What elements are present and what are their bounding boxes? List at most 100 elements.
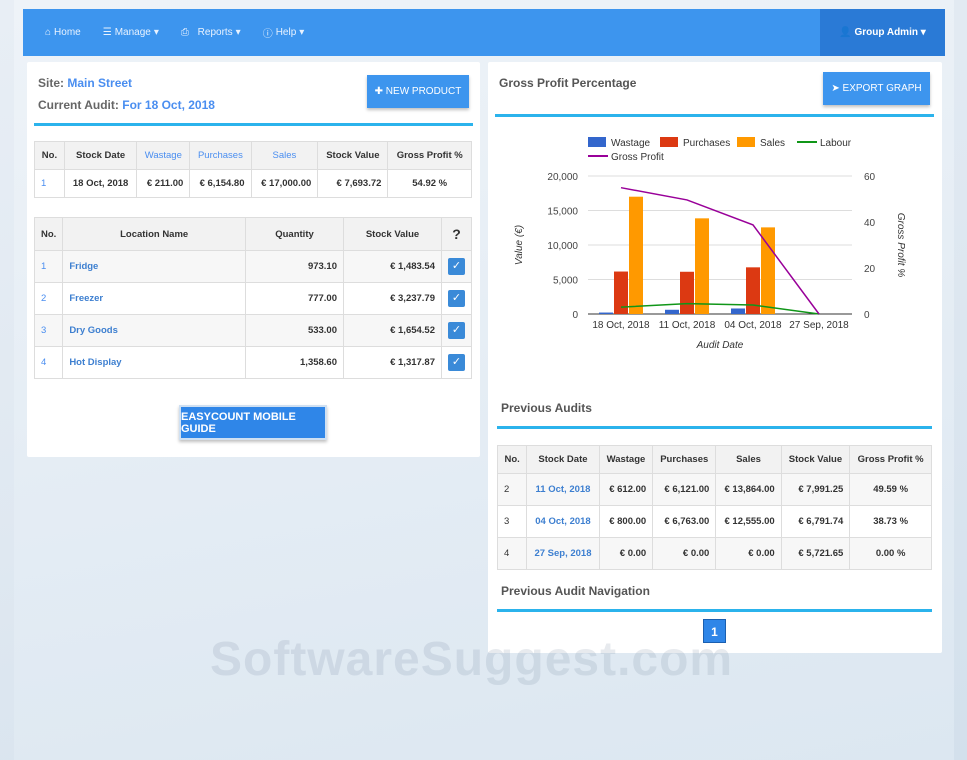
y2-axis-title: Gross Profit % — [895, 213, 906, 278]
export-graph-button[interactable]: ➤ EXPORT GRAPH — [823, 72, 930, 105]
divider — [495, 114, 934, 117]
col-stock-date: Stock Date — [527, 446, 599, 474]
table-row: 1 Fridge 973.10 € 1,483.54 ✓ — [35, 251, 472, 283]
audit-value: For 18 Oct, 2018 — [122, 98, 215, 112]
cell: € 800.00 — [599, 506, 652, 538]
checkbox-checked-icon[interactable]: ✓ — [448, 290, 465, 307]
legend-swatch — [660, 137, 678, 147]
nav-manage[interactable]: ☰Manage ▾ — [103, 27, 159, 38]
cell: € 7,991.25 — [781, 474, 850, 506]
location-link[interactable]: Fridge — [63, 251, 246, 283]
bar-sales — [761, 227, 775, 314]
cell: € 5,721.65 — [781, 538, 850, 570]
cell: € 0.00 — [716, 538, 781, 570]
bar-purchases — [680, 272, 694, 314]
cell: € 6,154.80 — [190, 170, 251, 198]
table-row: 3 Dry Goods 533.00 € 1,654.52 ✓ — [35, 315, 472, 347]
legend-label: Sales — [760, 138, 785, 149]
gross-profit-chart: 05,00010,00015,00020,000020406018 Oct, 2… — [500, 132, 930, 357]
cell: 2 — [498, 474, 527, 506]
col-gross-profit: Gross Profit % — [388, 142, 472, 170]
table-row: 2 Freezer 777.00 € 3,237.79 ✓ — [35, 283, 472, 315]
user-menu[interactable]: 👤 Group Admin ▾ — [820, 9, 945, 56]
cell: 1 — [35, 170, 65, 198]
col-wastage: Wastage — [599, 446, 652, 474]
table-row: 211 Oct, 2018€ 612.00€ 6,121.00€ 13,864.… — [498, 474, 932, 506]
current-audit-table: No. Stock Date Wastage Purchases Sales S… — [34, 141, 472, 198]
nav-home-label: Home — [54, 27, 81, 38]
y2-tick-label: 0 — [864, 310, 870, 321]
x-tick-label: 04 Oct, 2018 — [724, 320, 782, 331]
nav-home[interactable]: ⌂Home — [45, 27, 81, 38]
line-gross-profit — [621, 188, 819, 314]
cell: 4 — [498, 538, 527, 570]
checkbox-checked-icon[interactable]: ✓ — [448, 258, 465, 275]
help-circle-icon[interactable]: ? — [442, 218, 472, 251]
y-tick-label: 5,000 — [553, 276, 578, 287]
bar-purchases — [746, 267, 760, 314]
col-stock-value: Stock Value — [344, 218, 442, 251]
checkbox-checked-icon[interactable]: ✓ — [448, 354, 465, 371]
location-link[interactable]: Freezer — [63, 283, 246, 315]
table-header: No. Location Name Quantity Stock Value ? — [35, 218, 472, 251]
new-product-button[interactable]: ✚ NEW PRODUCT — [367, 75, 469, 108]
legend-label: Purchases — [683, 138, 730, 149]
print-icon: ⎙ — [181, 27, 189, 38]
mobile-guide-button[interactable]: EASYCOUNT MOBILE GUIDE — [179, 405, 327, 440]
location-link[interactable]: Hot Display — [63, 347, 246, 379]
cell: € 1,483.54 — [344, 251, 442, 283]
y-axis-title: Value (€) — [514, 225, 525, 265]
nav-reports[interactable]: ⎙ Reports ▾ — [181, 27, 241, 38]
cell: € 6,763.00 — [653, 506, 716, 538]
cell: € 6,791.74 — [781, 506, 850, 538]
table-row: 304 Oct, 2018€ 800.00€ 6,763.00€ 12,555.… — [498, 506, 932, 538]
col-sales[interactable]: Sales — [251, 142, 318, 170]
home-icon: ⌂ — [45, 27, 51, 38]
cell: € 0.00 — [653, 538, 716, 570]
col-no: No. — [35, 218, 63, 251]
cell: 0.00 % — [850, 538, 932, 570]
cell: 49.59 % — [850, 474, 932, 506]
col-wastage[interactable]: Wastage — [137, 142, 190, 170]
divider — [497, 426, 932, 429]
checkbox-checked-icon[interactable]: ✓ — [448, 322, 465, 339]
col-location: Location Name — [63, 218, 246, 251]
legend-label: Labour — [820, 138, 852, 149]
audit-date-link[interactable]: 11 Oct, 2018 — [527, 474, 599, 506]
cell: € 1,317.87 — [344, 347, 442, 379]
cell: € 3,237.79 — [344, 283, 442, 315]
audit-line: Current Audit: For 18 Oct, 2018 — [38, 98, 215, 112]
col-purchases[interactable]: Purchases — [190, 142, 251, 170]
col-no: No. — [35, 142, 65, 170]
legend-label: Gross Profit — [611, 152, 664, 163]
divider — [497, 609, 932, 612]
export-graph-label: EXPORT GRAPH — [843, 83, 922, 94]
legend-swatch — [588, 137, 606, 147]
col-quantity: Quantity — [246, 218, 344, 251]
previous-audits-table: No. Stock Date Wastage Purchases Sales S… — [497, 445, 932, 570]
cell: 2 — [35, 283, 63, 315]
y2-tick-label: 40 — [864, 218, 876, 229]
audit-date-link[interactable]: 27 Sep, 2018 — [527, 538, 599, 570]
cell: 3 — [498, 506, 527, 538]
current-audit-panel: Site: Main Street Current Audit: For 18 … — [27, 62, 480, 457]
cell: 4 — [35, 347, 63, 379]
site-name: Main Street — [67, 76, 132, 90]
cell: € 211.00 — [137, 170, 190, 198]
table-row: 4 Hot Display 1,358.60 € 1,317.87 ✓ — [35, 347, 472, 379]
cell: 533.00 — [246, 315, 344, 347]
col-no: No. — [498, 446, 527, 474]
location-link[interactable]: Dry Goods — [63, 315, 246, 347]
site-label: Site: — [38, 76, 64, 90]
cell: € 0.00 — [599, 538, 652, 570]
audit-date-link[interactable]: 04 Oct, 2018 — [527, 506, 599, 538]
bar-sales — [695, 218, 709, 314]
nav-help[interactable]: ⓘHelp ▾ — [263, 25, 305, 40]
navigation-title: Previous Audit Navigation — [501, 584, 650, 598]
cell: € 6,121.00 — [653, 474, 716, 506]
col-sales: Sales — [716, 446, 781, 474]
x-axis-title: Audit Date — [696, 340, 744, 351]
x-tick-label: 18 Oct, 2018 — [592, 320, 650, 331]
mobile-guide-label: EASYCOUNT MOBILE GUIDE — [181, 411, 325, 435]
col-gross-profit: Gross Profit % — [850, 446, 932, 474]
